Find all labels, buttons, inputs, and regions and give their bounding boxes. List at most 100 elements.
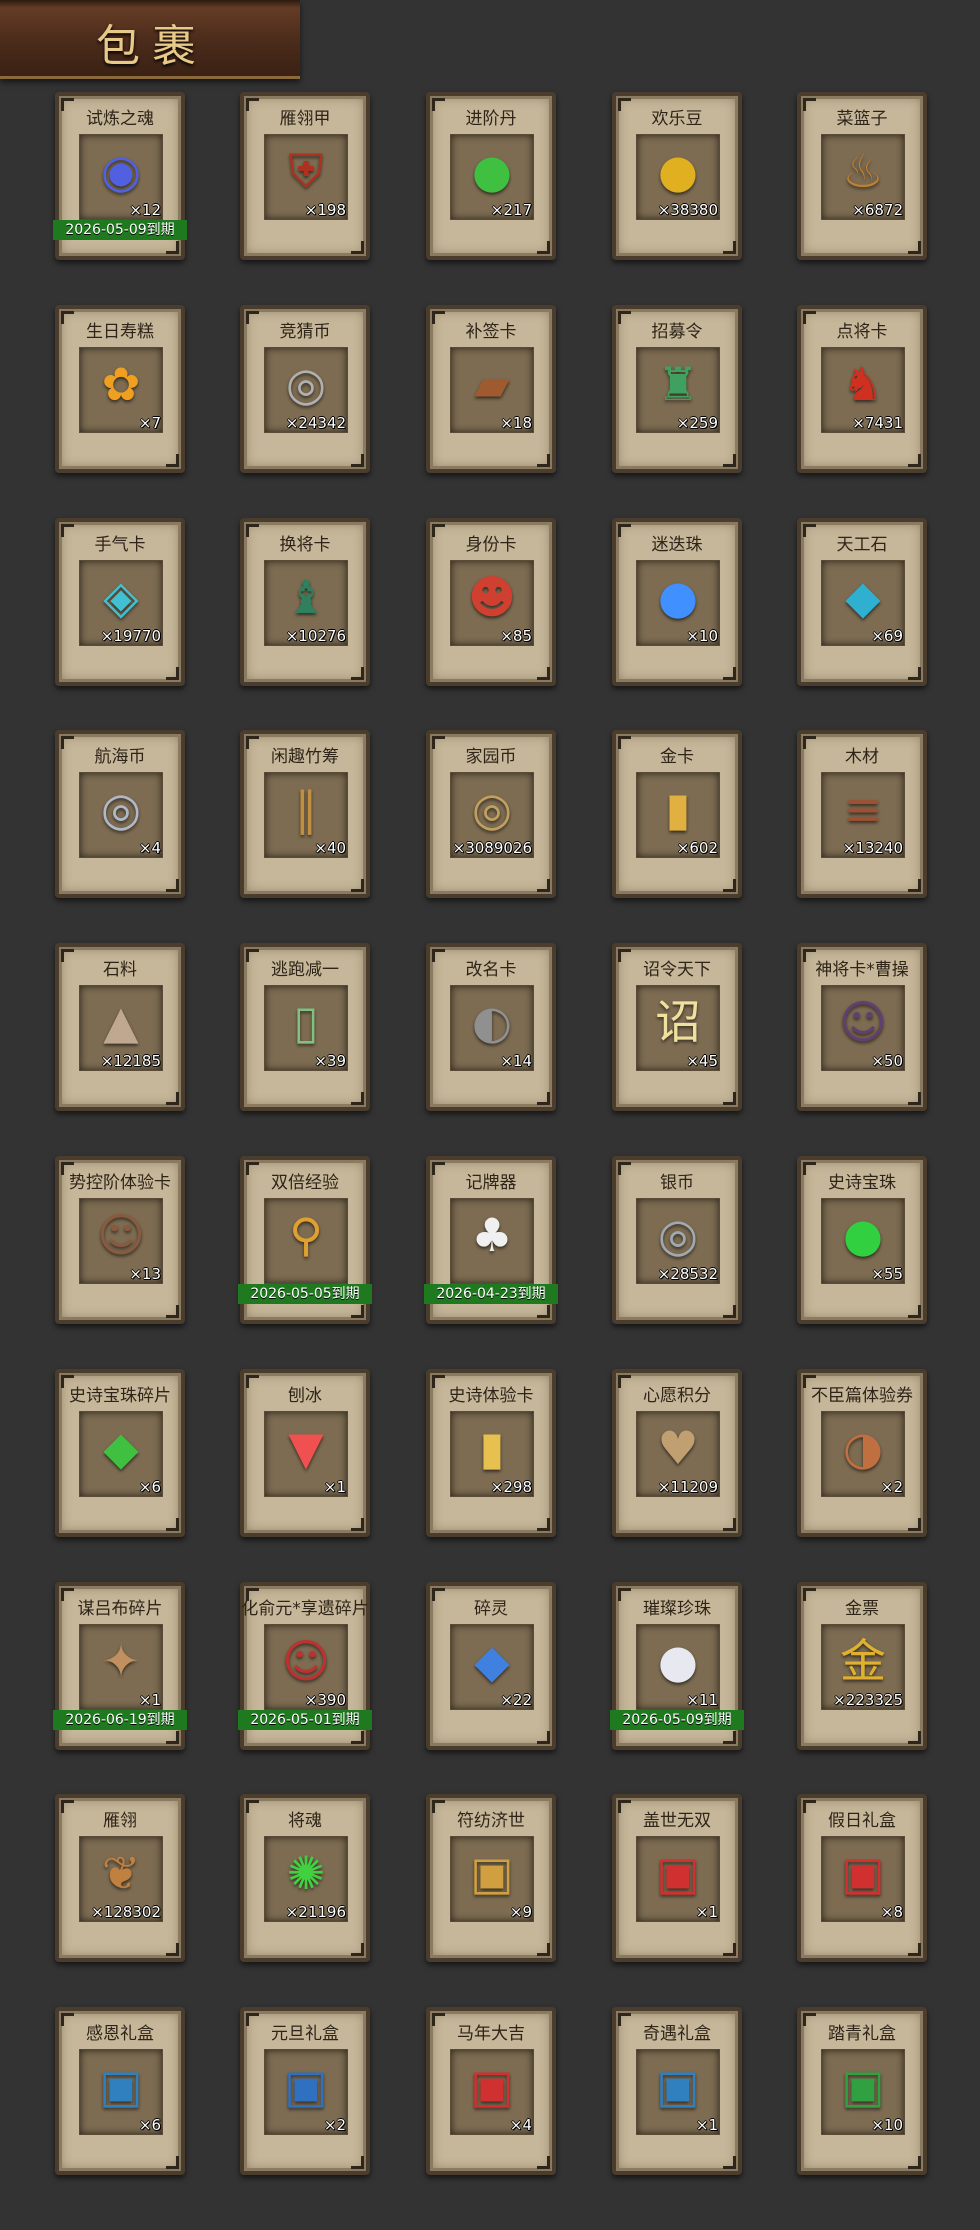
item-count: ×1 [695,2116,718,2135]
inventory-item-card[interactable]: 神将卡*曹操 ☺ ×50 [797,943,927,1112]
item-icon-glyph: 金 [840,1633,886,1688]
item-icon-glyph: ◆ [474,1633,510,1688]
item-count: ×50 [871,1052,903,1071]
inventory-item-card[interactable]: 金票金 ×223325 [797,1581,927,1750]
identity-card-icon: ☻ ×85 [450,559,534,646]
cards-icon: ♣ [450,1198,534,1284]
inventory-item-card[interactable]: 符纺济世 ▣ ×9 [426,1794,556,1963]
inventory-item-card[interactable]: 天工石 ◆ ×69 [797,517,927,686]
item-count: ×9 [509,1903,532,1922]
inventory-item-card[interactable]: 元旦礼盒 ▣ ×2 [240,2007,370,2176]
recruit-token-icon: ♜ ×259 [636,346,720,433]
inventory-item-card[interactable]: 银币 ◎ ×28532 [612,1156,742,1324]
inventory-item-card[interactable]: 碎灵 ◆ ×22 [426,1581,556,1750]
pill-icon: ● ×217 [450,134,534,220]
inventory-item-card[interactable]: 家园币 ◎ ×3089026 [426,730,556,899]
inventory-item-card[interactable]: 记牌器 ♣ 2026-04-23到期 [424,1156,558,1324]
item-name: 家园币 [465,747,517,768]
item-count: ×21196 [285,1903,346,1922]
inventory-item-card[interactable]: 化俞元*享遗碎片 ☺ ×390 2026-05-01到期 [238,1581,372,1750]
item-name: 航海币 [94,747,146,768]
inventory-item-card[interactable]: 史诗宝珠碎片 ◆ ×6 [55,1368,185,1537]
inventory-item-card[interactable]: 心愿积分 ♥ ×11209 [612,1368,742,1537]
item-count: ×1 [323,1477,346,1496]
item-name: 石料 [103,960,137,981]
item-icon-glyph: ▣ [99,2059,143,2114]
item-icon-glyph: ▣ [841,2059,885,2114]
inventory-item-card[interactable]: 换将卡 ♝ ×10276 [240,517,370,686]
item-icon-glyph: ✿ [101,356,141,411]
item-icon-glyph: ♜ [657,356,699,411]
inventory-item-card[interactable]: 将魂 ✺ ×21196 [240,1794,370,1963]
item-name: 招募令 [651,321,703,342]
item-count: ×10 [871,2116,903,2135]
item-icon-glyph: ◐ [471,995,513,1050]
item-name: 银币 [660,1173,694,1193]
inventory-item-card[interactable]: 雁翎甲 ⛨ ×198 [240,92,370,260]
item-name: 点将卡 [836,321,888,342]
inventory-item-card[interactable]: 手气卡 ◈ ×19770 [55,517,185,686]
item-count: ×22 [500,1690,532,1709]
inventory-item-card[interactable]: 欢乐豆 ● ×38380 [612,92,742,260]
inventory-item-card[interactable]: 雁翎 ❦ ×128302 [55,1794,185,1963]
inventory-item-card[interactable]: 奇遇礼盒 ▣ ×1 [612,2007,742,2176]
inventory-item-card[interactable]: 菜篮子 ♨ ×6872 [797,92,927,260]
item-icon-glyph: ◎ [471,782,513,837]
inventory-item-card[interactable]: 生日寿糕 ✿ ×7 [55,304,185,473]
inventory-item-card[interactable]: 点将卡 ♞ ×7431 [797,304,927,473]
inventory-item-card[interactable]: 闲趣竹筹 ∥ ×40 [240,730,370,899]
soul-orb-icon: ◉ ×12 [79,134,163,220]
inventory-item-card[interactable]: 璀璨珍珠 ● ×11 2026-05-09到期 [610,1581,744,1750]
inventory-item-card[interactable]: 势控阶体验卡 ☺ ×13 [55,1156,185,1324]
item-name: 菜篮子 [836,109,888,129]
item-name: 双倍经验 [271,1173,339,1193]
inventory-item-card[interactable]: 谋吕布碎片 ✦ ×1 2026-06-19到期 [53,1581,187,1750]
expiry-banner: 2026-05-09到期 [53,220,187,240]
inventory-item-card[interactable]: 史诗宝珠 ● ×55 [797,1156,927,1324]
inventory-item-card[interactable]: 进阶丹 ● ×217 [426,92,556,260]
item-name: 感恩礼盒 [86,2024,154,2045]
inventory-item-card[interactable]: 诏令天下诏 ×45 [612,943,742,1112]
item-icon-glyph: ☻ [468,569,516,624]
inventory-item-card[interactable]: 改名卡 ◐ ×14 [426,943,556,1112]
item-name: 补签卡 [465,321,517,342]
inventory-item-card[interactable]: 马年大吉 ▣ ×4 [426,2007,556,2176]
inventory-item-card[interactable]: 逃跑减一 ▯ ×39 [240,943,370,1112]
inventory-item-card[interactable]: 双倍经验 ⚲ 2026-05-05到期 [238,1156,372,1324]
item-name: 马年大吉 [457,2024,525,2045]
gift-box-icon: ▣ ×10 [821,2049,905,2136]
item-name: 生日寿糕 [86,321,154,342]
inventory-item-card[interactable]: 盖世无双 ▣ ×1 [612,1794,742,1963]
inventory-item-card[interactable]: 航海币 ◎ ×4 [55,730,185,899]
item-name: 假日礼盒 [828,1811,896,1832]
item-name: 势控阶体验卡 [69,1173,171,1193]
item-icon-glyph: ◎ [100,782,142,837]
expiry-banner: 2026-05-05到期 [238,1284,372,1304]
item-count: ×45 [686,1052,718,1071]
item-icon-glyph: ✺ [286,1846,326,1901]
inventory-item-card[interactable]: 招募令 ♜ ×259 [612,304,742,473]
inventory-item-card[interactable]: 假日礼盒 ▣ ×8 [797,1794,927,1963]
inventory-item-card[interactable]: 金卡 ▮ ×602 [612,730,742,899]
item-count: ×12 [129,201,161,219]
gold-ticket-icon: 金 ×223325 [821,1623,905,1710]
inventory-item-card[interactable]: 身份卡 ☻ ×85 [426,517,556,686]
inventory-item-card[interactable]: 不臣篇体验券 ◑ ×2 [797,1368,927,1537]
expiry-banner: 2026-06-19到期 [53,1709,187,1730]
inventory-item-card[interactable]: 史诗体验卡 ▮ ×298 [426,1368,556,1537]
item-count: ×24342 [285,413,346,432]
inventory-item-card[interactable]: 迷迭珠 ● ×10 [612,517,742,686]
item-count: ×128302 [91,1903,161,1922]
inventory-item-card[interactable]: 踏青礼盒 ▣ ×10 [797,2007,927,2176]
general-card-icon: ♞ ×7431 [821,346,905,433]
inventory-item-card[interactable]: 补签卡 ▰ ×18 [426,304,556,473]
inventory-item-card[interactable]: 刨冰 ▼ ×1 [240,1368,370,1537]
inventory-item-card[interactable]: 感恩礼盒 ▣ ×6 [55,2007,185,2176]
item-icon-glyph: ❦ [101,1846,141,1901]
inventory-item-card[interactable]: 木材 ≡ ×13240 [797,730,927,899]
ruyi-icon: ⚲ [264,1198,348,1284]
inventory-item-card[interactable]: 竞猜币 ◎ ×24342 [240,304,370,473]
inventory-item-card[interactable]: 试炼之魂 ◉ ×12 2026-05-09到期 [53,92,187,260]
inventory-item-card[interactable]: 石料 ▲ ×12185 [55,943,185,1112]
heart-coin-icon: ♥ ×11209 [636,1410,720,1497]
